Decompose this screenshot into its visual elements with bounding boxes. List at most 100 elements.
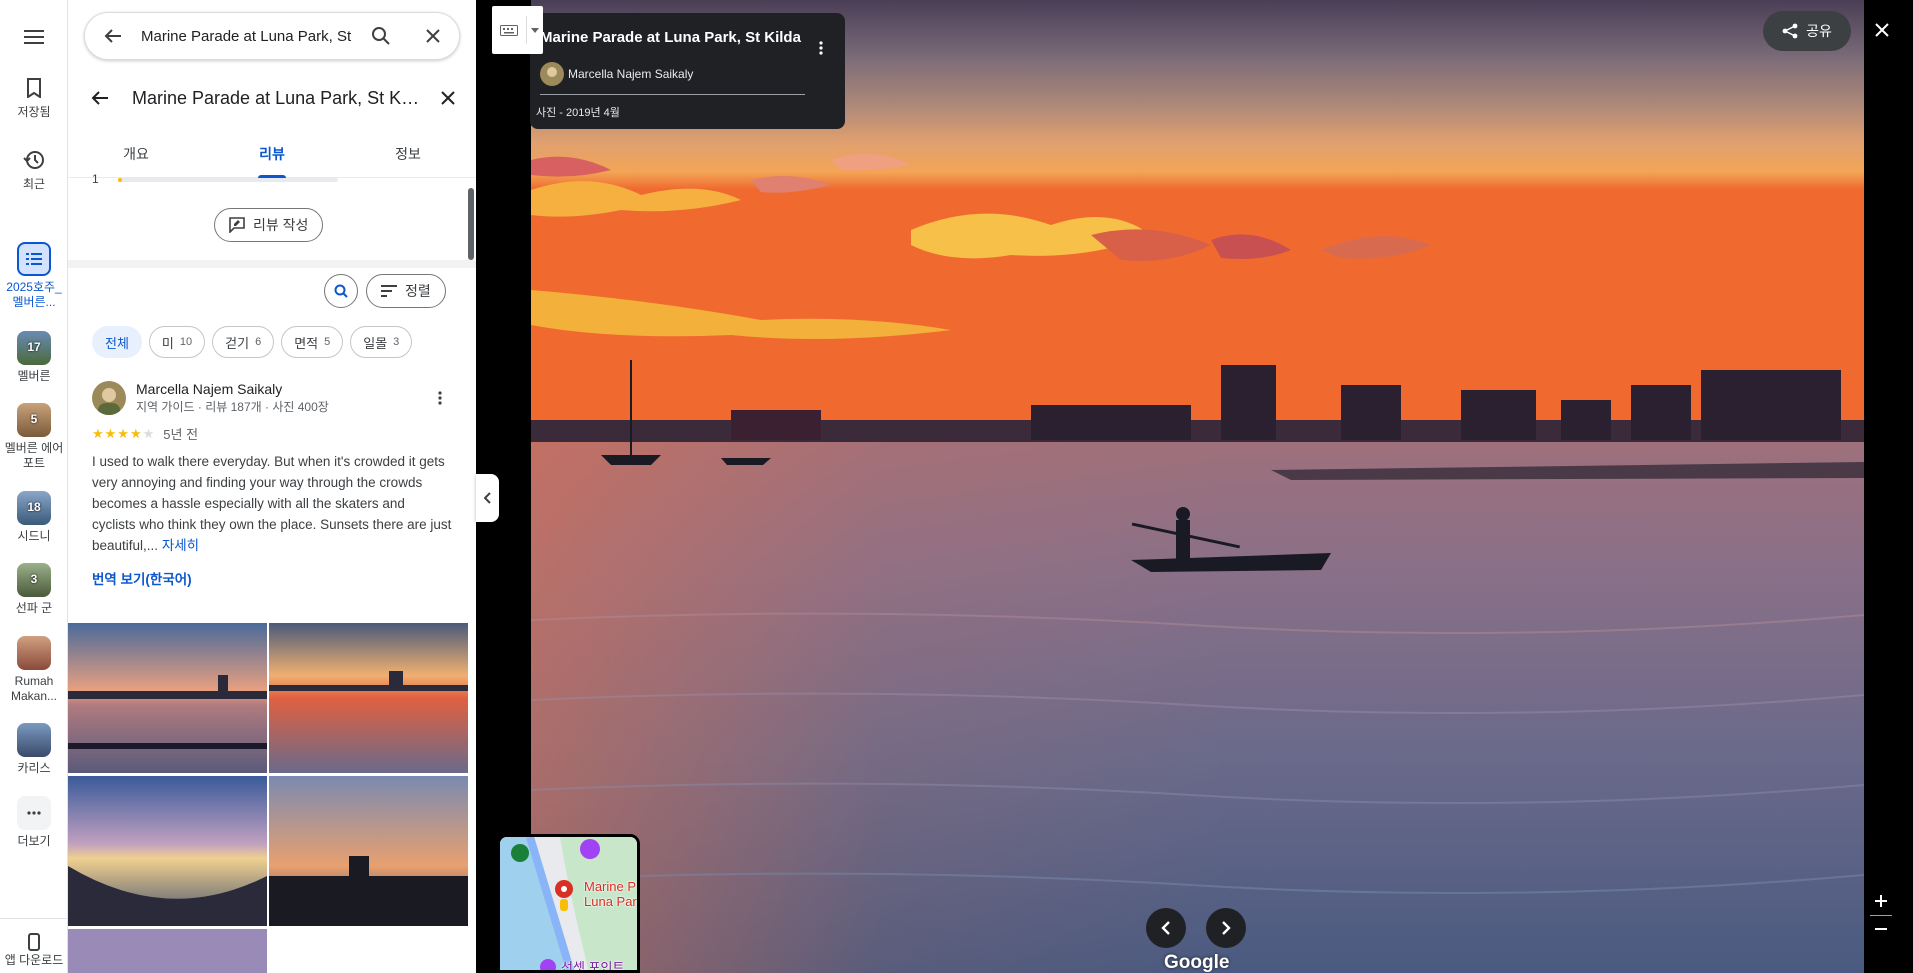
rail-list-melbourne-airport[interactable]: 5 멜버른 에어포트 [0,403,68,471]
zoom-in-button[interactable] [1868,890,1894,912]
rail-list-melbourne[interactable]: 17 멜버른 [0,331,68,384]
place-tabs: 개요 리뷰 정보 [68,134,476,178]
review-topic-chips: 전체 미 10 걷기 6 면적 5 일몰 3 [92,326,413,358]
search-icon [334,284,348,298]
chip-topic[interactable]: 일몰 3 [350,326,413,358]
clear-search-button[interactable] [407,12,459,60]
chip-topic[interactable]: 미 10 [148,326,206,358]
rail-label: Rumah Makan... [10,674,58,703]
close-icon [1875,23,1889,37]
left-rail: 저장됨 최근 2025호주_멜버른... 17 멜버른 5 멜버른 에어포트 1… [0,0,68,973]
list-thumbnail [17,636,51,670]
rate-review-icon [229,217,245,233]
review-photo[interactable] [68,929,267,973]
caret-down-icon [527,27,543,33]
rating-distribution-bar [118,178,338,182]
sort-label: 정렬 [405,283,431,299]
tab-reviews[interactable]: 리뷰 [204,134,340,178]
bookmark-icon [17,71,51,105]
rail-label: 앱 다운로드 [4,953,64,967]
search-box: Marine Parade at Luna Park, St Kilda [84,12,460,60]
rail-label: 저장됨 [17,105,51,119]
scrollbar[interactable] [468,188,474,260]
read-more-link[interactable]: 자세히 [162,538,199,553]
divider [0,918,68,919]
keyboard-icon [492,24,526,36]
review-photo[interactable] [269,776,468,926]
rail-label: 시드니 [17,529,51,543]
search-back-button[interactable] [85,12,141,60]
phone-icon [17,931,51,953]
close-place-button[interactable] [420,70,476,126]
rail-label: 2025호주_멜버른... [6,280,62,309]
chip-topic[interactable]: 면적 5 [281,326,344,358]
arrow-back-icon [104,29,121,43]
previous-photo-button[interactable] [1146,908,1186,948]
close-icon [441,91,455,105]
rail-list-rumah-makan[interactable]: Rumah Makan... [0,636,68,704]
rail-list-sydney[interactable]: 18 시드니 [0,491,68,544]
close-viewer-button[interactable] [1868,16,1896,44]
keyboard-shortcuts-button[interactable] [492,6,543,54]
more-icon [17,796,51,830]
rail-list-karis[interactable]: 카리스 [0,723,68,776]
divider [540,94,805,95]
photo-actions-button[interactable] [819,41,823,60]
chevron-left-icon [1161,921,1170,935]
review-photo[interactable] [68,623,267,773]
chip-all[interactable]: 전체 [92,326,142,358]
rail-label: 멜버른 [17,369,51,383]
collapse-panel-button[interactable] [476,474,499,522]
search-reviews-button[interactable] [324,274,358,308]
side-panel: Marine Parade at Luna Park, St Kilda Mar… [68,0,476,973]
review-photo[interactable] [269,623,468,773]
rail-recent[interactable]: 최근 [0,143,68,192]
reviewer-name[interactable]: Marcella Najem Saikaly [136,381,428,397]
sunset-photo[interactable] [530,0,1865,973]
photo-viewer [476,0,1913,973]
rail-list-2025[interactable]: 2025호주_멜버른... [0,242,68,310]
search-input[interactable]: Marine Parade at Luna Park, St Kilda [141,28,355,45]
chevron-left-icon [483,492,491,504]
rail-list-sunpa[interactable]: 3 선파 군 [0,563,68,616]
rail-saved[interactable]: 저장됨 [0,71,68,120]
write-review-label: 리뷰 작성 [253,217,309,233]
menu-button[interactable] [0,20,68,54]
translate-link[interactable]: 번역 보기(한국어) [92,568,452,588]
section-divider [68,260,476,268]
tab-about[interactable]: 정보 [340,134,476,177]
back-button[interactable] [68,70,132,126]
list-icon [17,242,51,276]
share-label: 공유 [1806,23,1832,39]
minimap[interactable]: Marine P Luna Par 선셋 포인트 [497,834,640,973]
review-photo[interactable] [68,776,267,926]
list-thumbnail: 3 [17,563,51,597]
photo-place-title[interactable]: Marine Parade at Luna Park, St Kilda [540,29,801,46]
list-thumbnail: 5 [17,403,51,437]
reviewer-meta: 지역 가이드 · 리뷰 187개 · 사진 400장 [136,400,329,414]
more-vert-icon [819,41,823,55]
rail-label: 최근 [22,177,46,191]
divider [1870,915,1892,916]
photo-author[interactable]: Marcella Najem Saikaly [568,67,693,81]
sort-button[interactable]: 정렬 [366,274,446,308]
review-time: 5년 전 [163,427,199,442]
google-logo: Google [1164,952,1230,973]
app-download-button[interactable]: 앱 다운로드 [0,931,68,968]
tab-overview[interactable]: 개요 [68,134,204,177]
write-review-button[interactable]: 리뷰 작성 [214,208,324,242]
rail-more[interactable]: 더보기 [0,796,68,849]
rail-label: 더보기 [17,834,51,848]
review-actions-button[interactable] [428,386,452,410]
photo-date: 사진 - 2019년 4월 [536,107,620,119]
maps-app: 저장됨 최근 2025호주_멜버른... 17 멜버른 5 멜버른 에어포트 1… [0,0,1913,973]
chip-topic[interactable]: 걷기 6 [212,326,275,358]
avatar[interactable] [92,381,126,415]
zoom-out-button[interactable] [1868,918,1894,940]
share-button[interactable]: 공유 [1763,11,1851,51]
avatar[interactable] [540,62,564,86]
search-button[interactable] [355,12,407,60]
next-photo-button[interactable] [1206,908,1246,948]
pegman-icon[interactable] [554,879,574,918]
list-thumbnail [17,723,51,757]
